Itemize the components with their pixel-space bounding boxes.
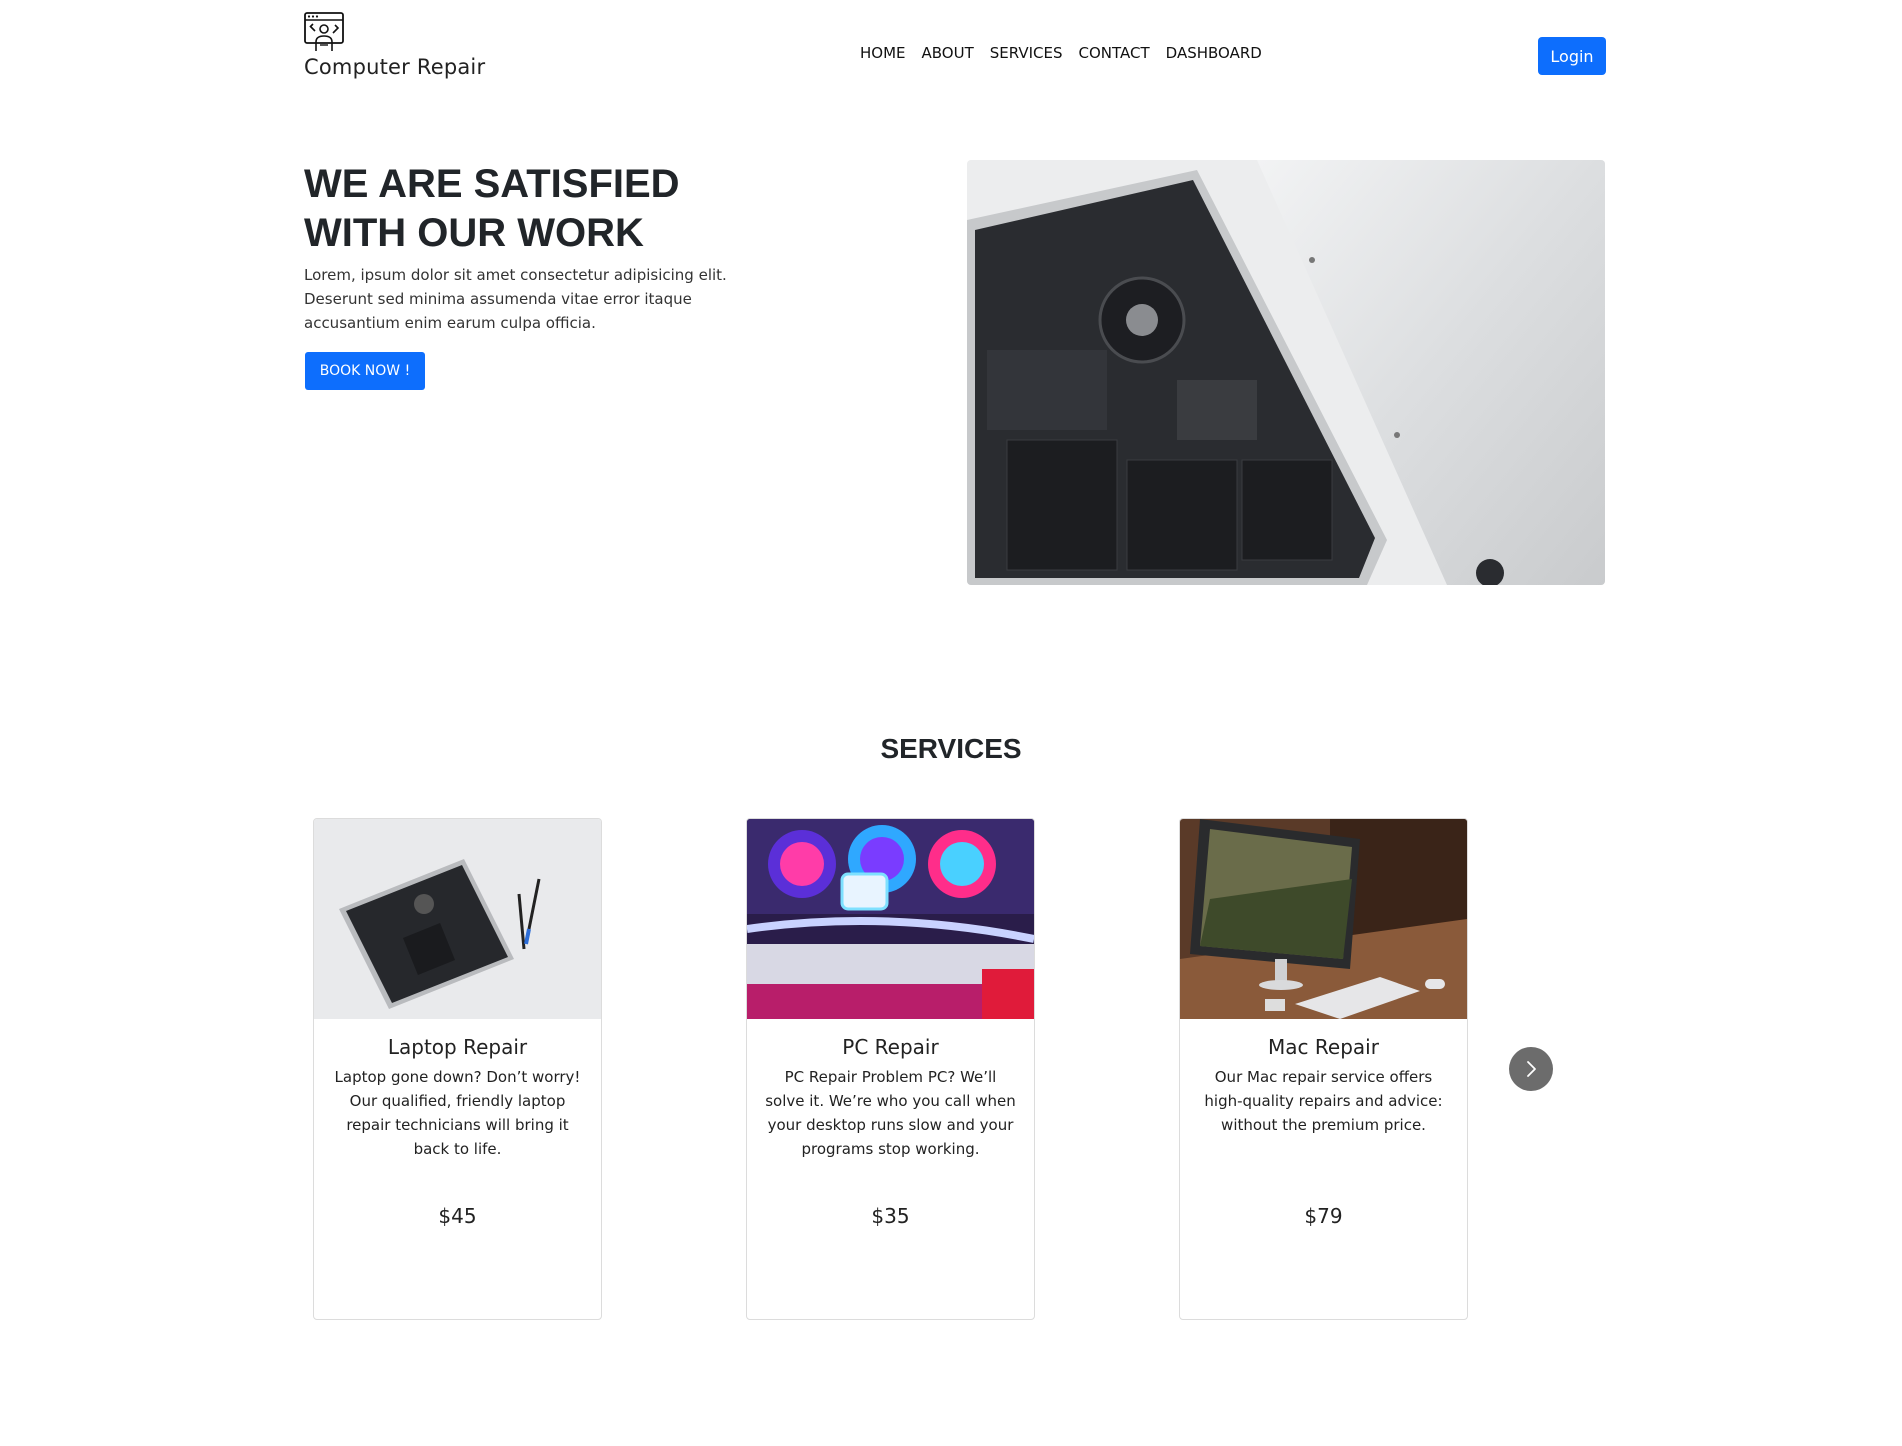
technician-computer-icon xyxy=(304,12,344,51)
nav-dashboard[interactable]: DASHBOARD xyxy=(1166,44,1262,62)
service-card-mac[interactable]: Mac Repair Our Mac repair service offers… xyxy=(1179,818,1468,1320)
brand[interactable]: Computer Repair xyxy=(304,12,524,79)
nav-services[interactable]: SERVICES xyxy=(990,44,1063,62)
service-card-pc[interactable]: PC Repair PC Repair Problem PC? We’ll so… xyxy=(746,818,1035,1320)
hero-title: WE ARE SATISFIED WITH OUR WORK xyxy=(304,160,864,258)
service-card-laptop[interactable]: Laptop Repair Laptop gone down? Don’t wo… xyxy=(313,818,602,1320)
card-text: Laptop gone down? Don’t worry! Our quali… xyxy=(334,1068,581,1158)
card-text: PC Repair Problem PC? We’ll solve it. We… xyxy=(765,1068,1016,1158)
hero-text: Lorem, ipsum dolor sit amet consectetur … xyxy=(304,266,727,332)
nav-home[interactable]: HOME xyxy=(860,44,906,62)
card-price: $45 xyxy=(438,1204,477,1228)
card-title: Laptop Repair xyxy=(387,1035,528,1059)
card-title: Mac Repair xyxy=(1268,1035,1379,1059)
card-price: $79 xyxy=(1304,1204,1343,1228)
brand-name: Computer Repair xyxy=(304,55,486,79)
mac-repair-image xyxy=(1180,819,1467,1019)
services-title: SERVICES xyxy=(880,733,1022,764)
card-price: $35 xyxy=(871,1204,910,1228)
hero-title-line2: WITH OUR WORK xyxy=(304,211,644,255)
login-button[interactable]: Login xyxy=(1538,37,1606,75)
laptop-repair-image xyxy=(314,819,601,1019)
card-text: Our Mac repair service offers high-quali… xyxy=(1204,1068,1443,1134)
hero-title-line1: WE ARE SATISFIED xyxy=(304,162,680,206)
book-now-button[interactable]: BOOK NOW ! xyxy=(305,352,425,390)
carousel-next-button[interactable] xyxy=(1509,1047,1553,1091)
chevron-right-icon xyxy=(1527,1061,1536,1077)
nav-about[interactable]: ABOUT xyxy=(922,44,974,62)
hero-image xyxy=(967,160,1605,585)
main-nav: HOME ABOUT SERVICES CONTACT DASHBOARD xyxy=(860,44,1262,62)
pc-repair-image xyxy=(747,819,1034,1019)
nav-contact[interactable]: CONTACT xyxy=(1079,44,1150,62)
card-title: PC Repair xyxy=(842,1035,939,1059)
